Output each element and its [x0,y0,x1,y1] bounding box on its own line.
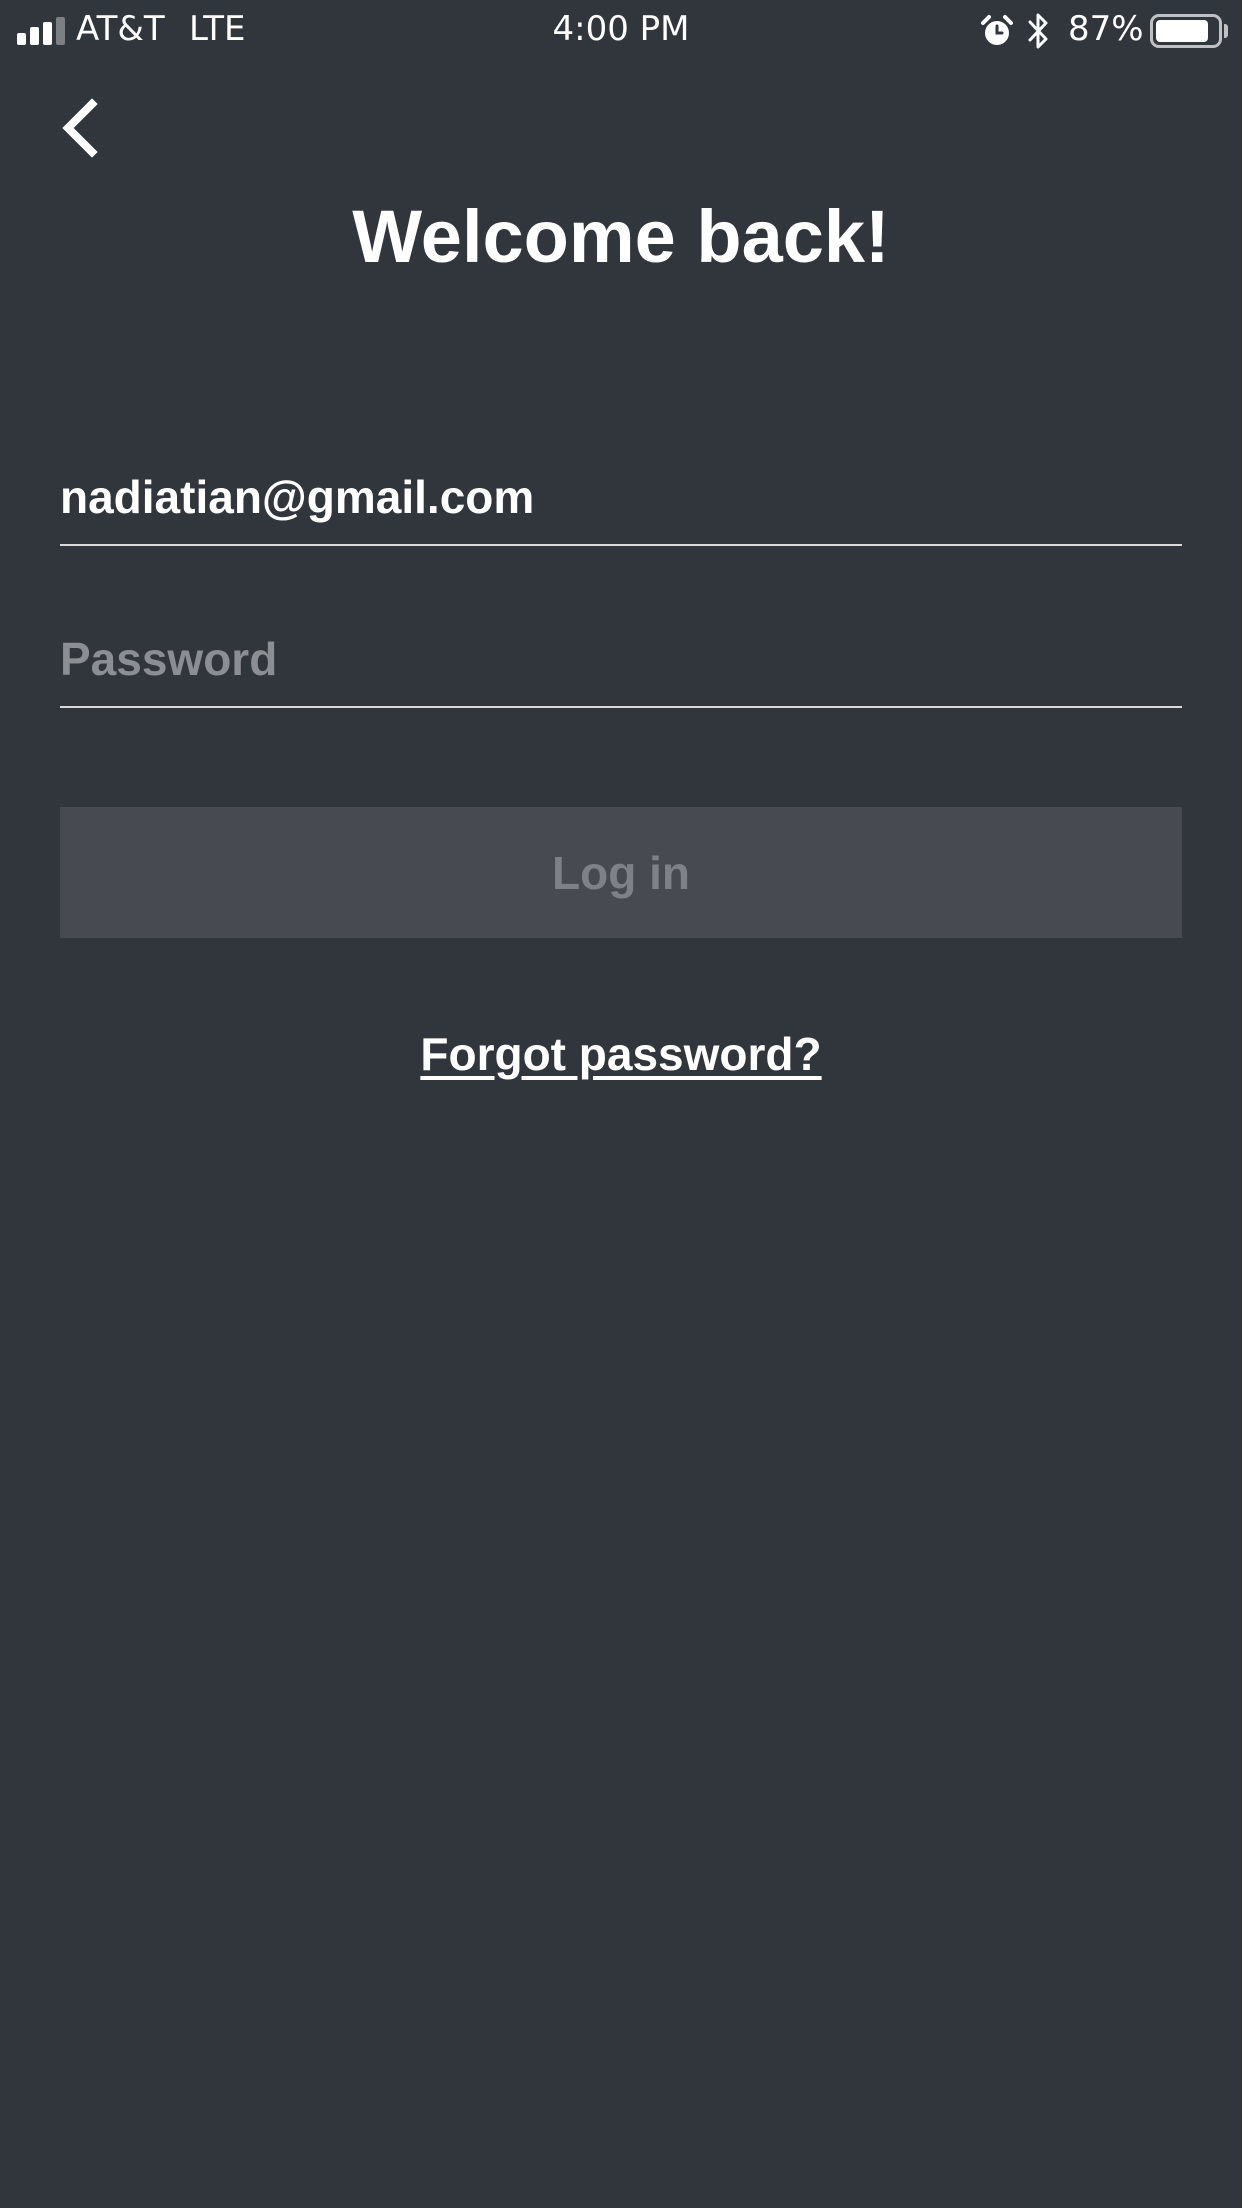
email-field[interactable] [60,462,1182,532]
email-field-container [60,448,1182,546]
battery-tip [1224,24,1228,38]
battery-level-fill [1156,20,1208,42]
alarm-icon [981,15,1013,45]
battery-icon [1150,14,1222,48]
chevron-left-icon [62,98,98,158]
battery-percent: 87% [1068,9,1144,49]
clock: 4:00 PM [552,9,690,49]
bluetooth-icon [1028,13,1048,49]
forgot-password-link[interactable]: Forgot password? [0,1024,1242,1084]
password-field-container [60,610,1182,708]
status-bar: AT&T LTE 4:00 PM 87% [0,0,1242,62]
password-field[interactable] [60,624,1182,694]
back-button[interactable] [52,92,112,162]
login-button[interactable]: Log in [60,807,1182,938]
page-title: Welcome back! [352,195,890,278]
